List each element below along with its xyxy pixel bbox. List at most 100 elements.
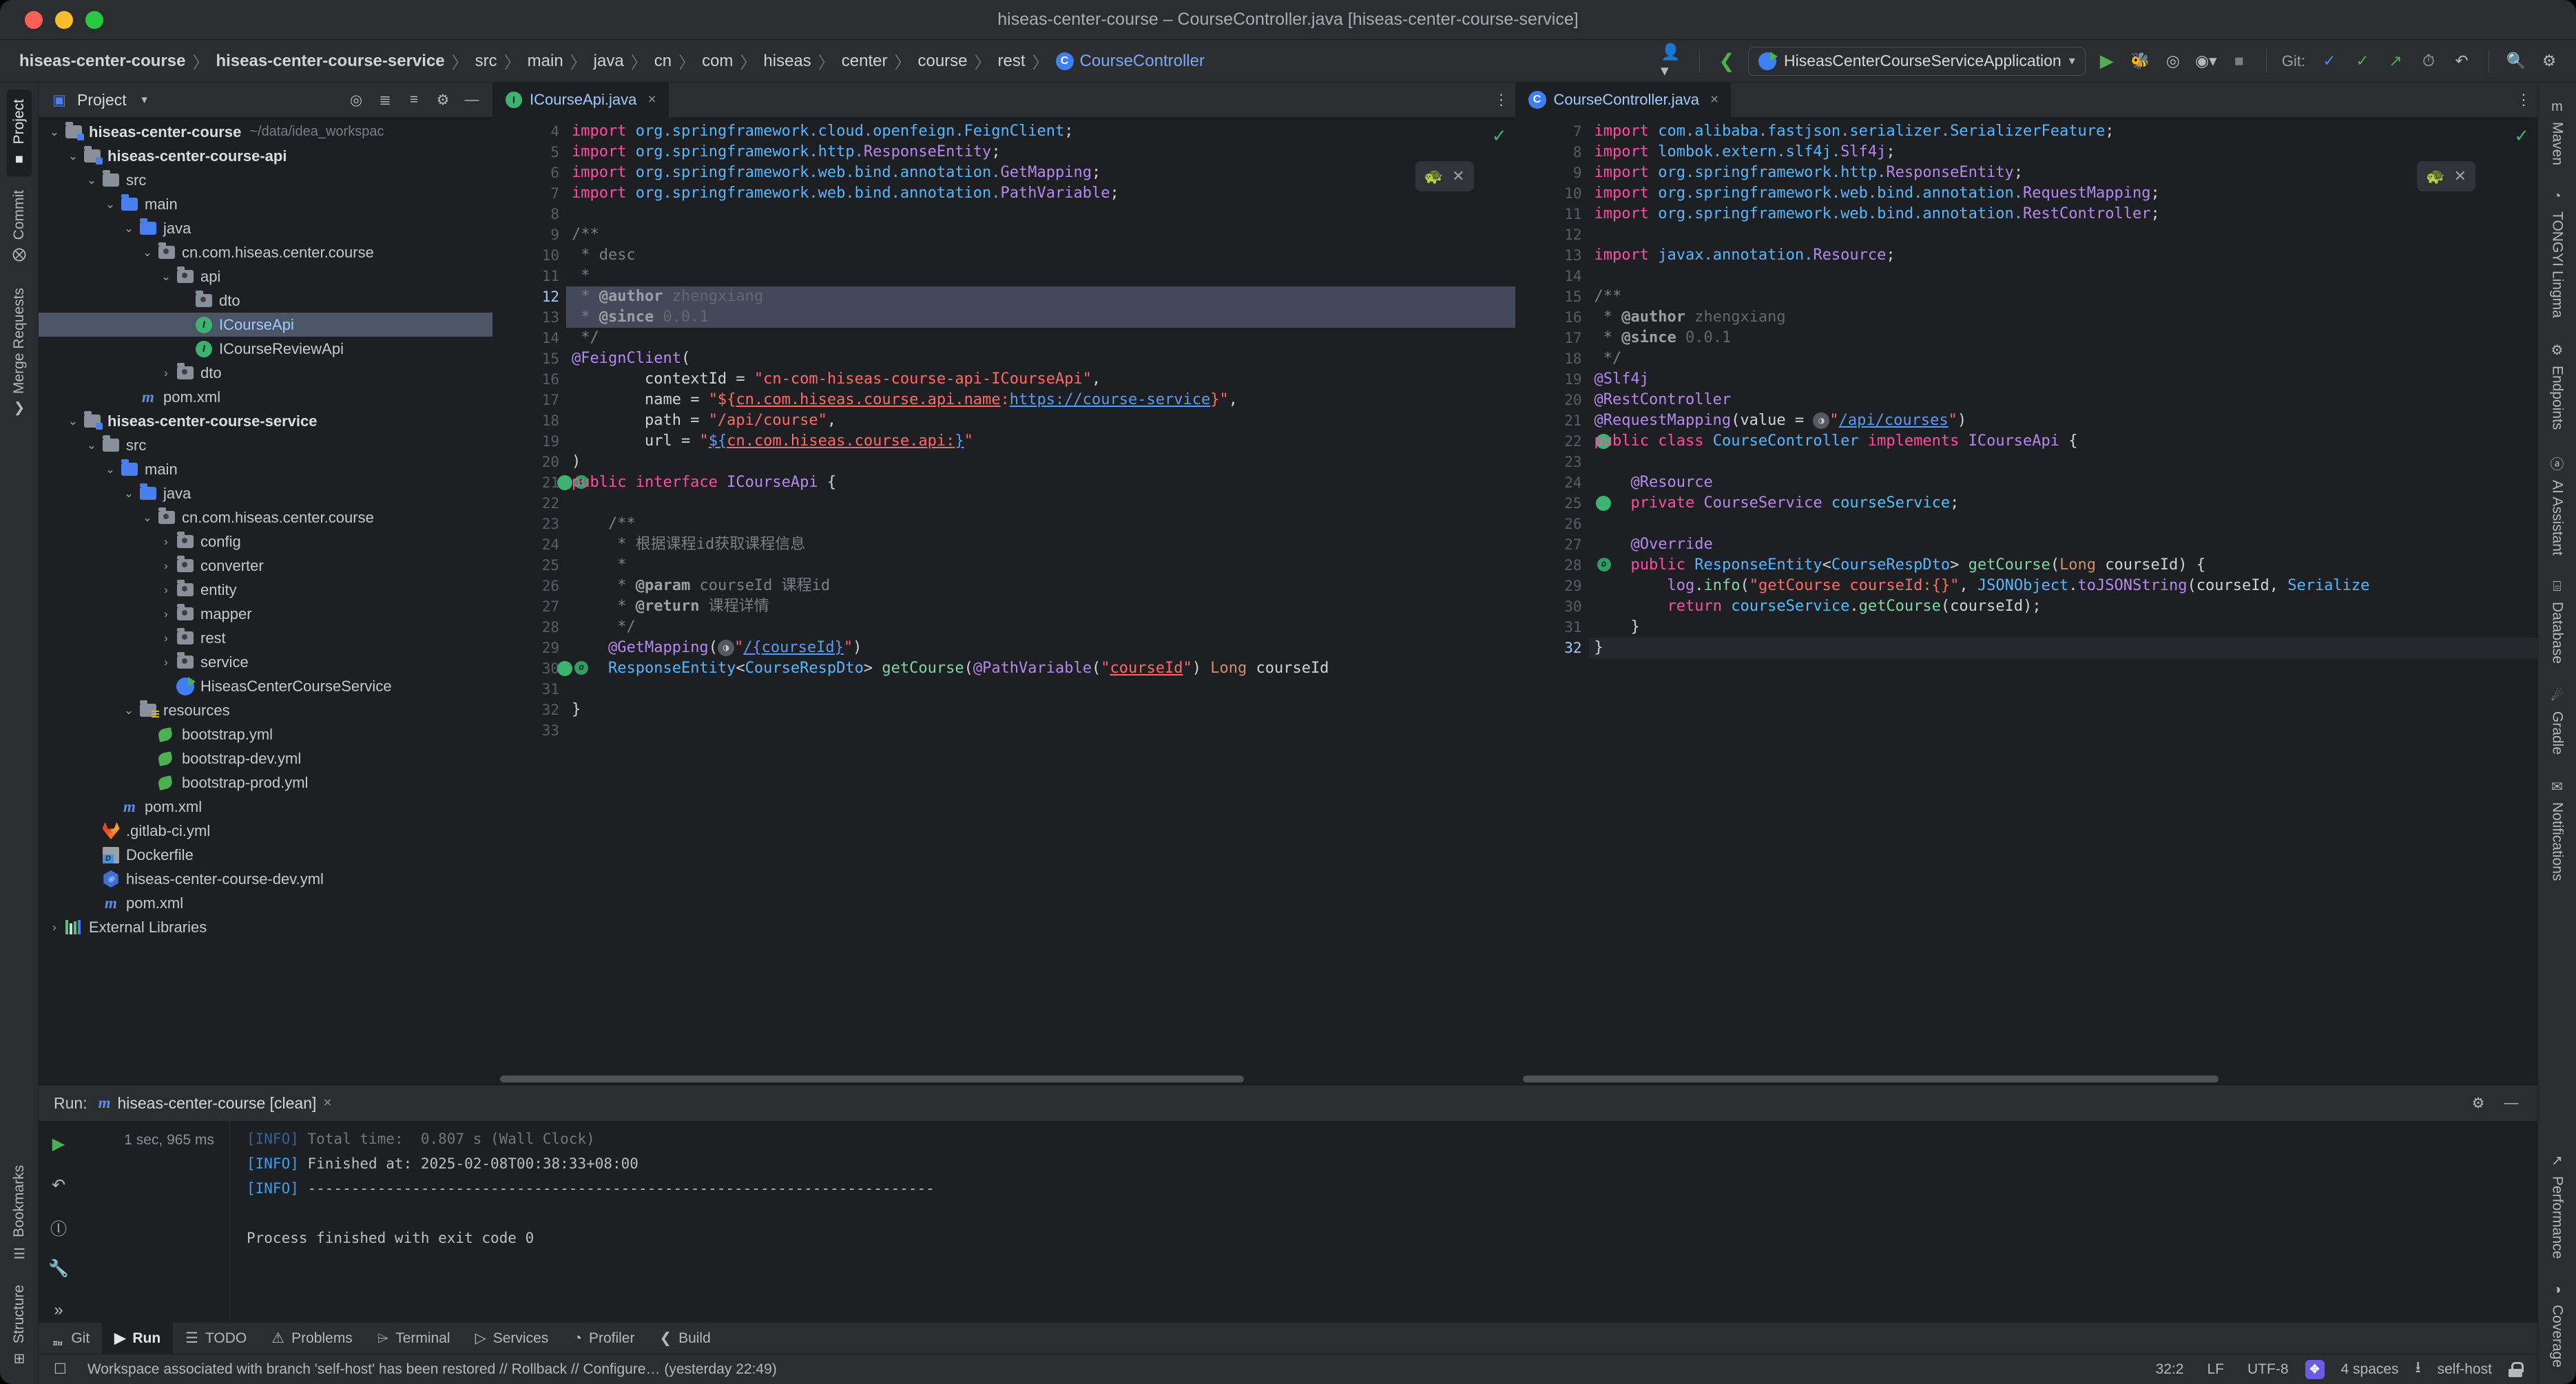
tool-window-button-bookmarks[interactable]: ☰ Bookmarks xyxy=(7,1155,32,1271)
code-line[interactable]: import org.springframework.web.bind.anno… xyxy=(1589,204,2538,224)
breadcrumb-item-hiseas[interactable]: hiseas xyxy=(759,49,815,74)
code-line[interactable]: @RequestMapping(value = ◑ "/api/courses") xyxy=(1589,410,2538,431)
line-number[interactable]: 30 o xyxy=(493,658,588,679)
run-icon[interactable]: ▶ xyxy=(2095,50,2119,73)
code-line[interactable]: import org.springframework.web.bind.anno… xyxy=(566,183,1515,204)
profile-icon[interactable]: ◉▾ xyxy=(2194,50,2218,73)
code-line[interactable]: } xyxy=(1588,638,2537,658)
line-number[interactable]: 14 xyxy=(1516,266,1589,286)
run-console-output[interactable]: [INFO] Total time: 0.807 s (Wall Clock) [… xyxy=(230,1121,2537,1322)
line-number[interactable]: 16 xyxy=(1516,307,1589,328)
tab-coursecontroller-java[interactable]: C CourseController.java × xyxy=(1515,83,1732,117)
code-line[interactable]: import org.springframework.web.bind.anno… xyxy=(1589,183,2538,204)
code-line[interactable] xyxy=(566,720,1515,741)
source-code-right[interactable]: import com.alibaba.fastjson.serializer.S… xyxy=(1588,117,2538,1073)
code-line[interactable]: * xyxy=(566,266,1515,286)
search-icon[interactable]: 🔍 xyxy=(2504,50,2528,73)
tree-node[interactable]: ⌄ main xyxy=(39,457,492,481)
tree-node[interactable]: ⌄ api xyxy=(39,264,492,289)
line-number[interactable]: 20 xyxy=(493,452,566,472)
line-number[interactable]: 28 xyxy=(493,617,566,638)
tool-window-button-ai-assistant[interactable]: ⓐ AI Assistant xyxy=(2545,443,2570,565)
git-push-icon[interactable]: ↗ xyxy=(2384,50,2407,73)
unlocked-icon[interactable] xyxy=(2509,1361,2524,1377)
line-number[interactable]: 28 o xyxy=(1516,555,1611,576)
code-line[interactable]: return courseService.getCourse(courseId)… xyxy=(1589,596,2538,617)
tree-node[interactable]: I ICourseApi xyxy=(39,313,492,337)
editor-options-icon[interactable]: ⋮ xyxy=(2510,83,2537,117)
bottom-tab-todo[interactable]: ☰ TODO xyxy=(173,1323,259,1354)
run-configuration-selector[interactable]: HiseasCenterCourseServiceApplication ▾ xyxy=(1748,46,2086,76)
line-number[interactable]: 26 xyxy=(493,576,566,596)
code-line[interactable] xyxy=(566,204,1515,224)
breadcrumb-item-src[interactable]: src xyxy=(471,49,501,74)
tree-node[interactable]: ⌄ resources xyxy=(39,698,492,722)
code-line[interactable]: /** xyxy=(566,224,1515,245)
code-line[interactable]: @GetMapping(◑ "/{courseId}") xyxy=(566,638,1515,658)
tree-node[interactable]: HiseasCenterCourseService xyxy=(39,674,492,698)
chevron-down-icon[interactable]: ▾ xyxy=(134,89,156,111)
line-number[interactable]: 31 xyxy=(493,679,566,700)
chevron-down-icon[interactable]: ⌄ xyxy=(83,439,101,452)
code-area-left[interactable]: 4 5 6 7 8 9 10 11 12 13 14 15 16 17 18 19 20 21 o 22 23 24 25 2… xyxy=(493,117,1515,1073)
gear-icon[interactable]: ⚙ xyxy=(432,89,454,111)
scroll-thumb[interactable] xyxy=(1522,1076,2219,1082)
user-avatar-icon[interactable]: 👤▾ xyxy=(1661,43,1684,79)
run-with-coverage-icon[interactable]: ◎ xyxy=(2161,50,2185,73)
code-line[interactable]: * @param courseId 课程id xyxy=(566,576,1515,596)
line-number-gutter-left[interactable]: 4 5 6 7 8 9 10 11 12 13 14 15 16 17 18 19 20 21 o 22 23 24 25 2… xyxy=(493,117,588,1073)
line-number[interactable]: 6 xyxy=(493,162,566,183)
code-line[interactable]: url = "${cn.com.hiseas.course.api:}" xyxy=(566,431,1515,452)
line-number[interactable]: 18 xyxy=(1516,348,1589,369)
chevron-down-icon[interactable]: ⌄ xyxy=(64,149,82,163)
line-number[interactable]: 19 xyxy=(493,431,566,452)
line-number-gutter-right[interactable]: 7 8 9 10 11 12 13 14 15 16 17 18 19 20 21 22 23 24 25 26 27 2… xyxy=(1515,117,1611,1073)
breadcrumb-item-main[interactable]: main xyxy=(523,49,568,74)
expand-all-icon[interactable]: ≣ xyxy=(374,89,396,111)
status-message[interactable]: Workspace associated with branch 'self-h… xyxy=(87,1361,777,1378)
line-number[interactable]: 7 xyxy=(1516,121,1589,142)
editor-floating-toolbar-left[interactable]: 🐢 ✕ xyxy=(1415,161,1474,191)
tool-window-button-structure[interactable]: ⊞ Structure xyxy=(7,1275,32,1377)
tree-node[interactable]: › rest xyxy=(39,626,492,650)
close-window-button[interactable] xyxy=(25,10,43,29)
chevron-down-icon[interactable]: ⌄ xyxy=(120,487,138,501)
tree-node[interactable]: dto xyxy=(39,289,492,313)
line-number[interactable]: 30 xyxy=(1516,596,1589,617)
code-area-right[interactable]: 7 8 9 10 11 12 13 14 15 16 17 18 19 20 21 22 23 24 25 26 27 2… xyxy=(1515,117,2538,1073)
tree-node[interactable]: I ICourseReviewApi xyxy=(39,337,492,361)
horizontal-scrollbar-right[interactable] xyxy=(1515,1073,2537,1084)
line-number[interactable]: 27 xyxy=(1516,534,1589,555)
code-line[interactable]: @Override xyxy=(1589,534,2538,555)
chevron-down-icon[interactable]: ⌄ xyxy=(138,246,156,260)
tree-node[interactable]: .gitlab-ci.yml xyxy=(39,819,492,843)
breadcrumb-item-hiseas-center-course-service[interactable]: hiseas-center-course-service xyxy=(211,49,448,74)
file-encoding[interactable]: UTF-8 xyxy=(2241,1361,2296,1378)
tree-node[interactable]: › dto xyxy=(39,361,492,385)
tree-node[interactable]: ⌄ hiseas-center-course-service xyxy=(39,409,492,433)
code-line[interactable]: */ xyxy=(566,328,1515,348)
stop-icon[interactable]: ⓛ xyxy=(45,1215,72,1239)
line-number[interactable]: 7 xyxy=(493,183,566,204)
close-icon[interactable]: × xyxy=(1710,92,1718,108)
line-number[interactable]: 23 xyxy=(1516,452,1589,472)
breadcrumb-item-center[interactable]: center xyxy=(838,49,892,74)
code-line[interactable] xyxy=(1589,266,2538,286)
line-number[interactable]: 23 xyxy=(493,514,566,534)
code-line[interactable]: name = "${cn.com.hiseas.course.api.name:… xyxy=(566,390,1515,410)
close-icon[interactable]: × xyxy=(323,1095,331,1111)
bottom-tab-build[interactable]: ❮ Build xyxy=(647,1323,723,1354)
code-line[interactable]: import lombok.extern.slf4j.Slf4j; xyxy=(1589,142,2538,162)
line-number[interactable]: 21 o xyxy=(493,472,588,493)
code-line[interactable]: /** xyxy=(1589,286,2538,307)
wakatime-icon[interactable]: ✥ xyxy=(2305,1359,2325,1379)
code-line[interactable]: import com.alibaba.fastjson.serializer.S… xyxy=(1589,121,2538,142)
settings-icon[interactable]: ⚙ xyxy=(2537,50,2561,73)
line-number[interactable]: 9 xyxy=(493,224,566,245)
chevron-down-icon[interactable]: ⌄ xyxy=(101,463,119,476)
bottom-tab-git[interactable]: ᇳ Git xyxy=(39,1323,102,1354)
bottom-tab-profiler[interactable]: ◔ Profiler xyxy=(561,1323,647,1354)
chevron-down-icon[interactable]: ⌄ xyxy=(83,174,101,187)
caret-position[interactable]: 32:2 xyxy=(2149,1361,2191,1378)
code-line[interactable]: import org.springframework.http.Response… xyxy=(1589,162,2538,183)
